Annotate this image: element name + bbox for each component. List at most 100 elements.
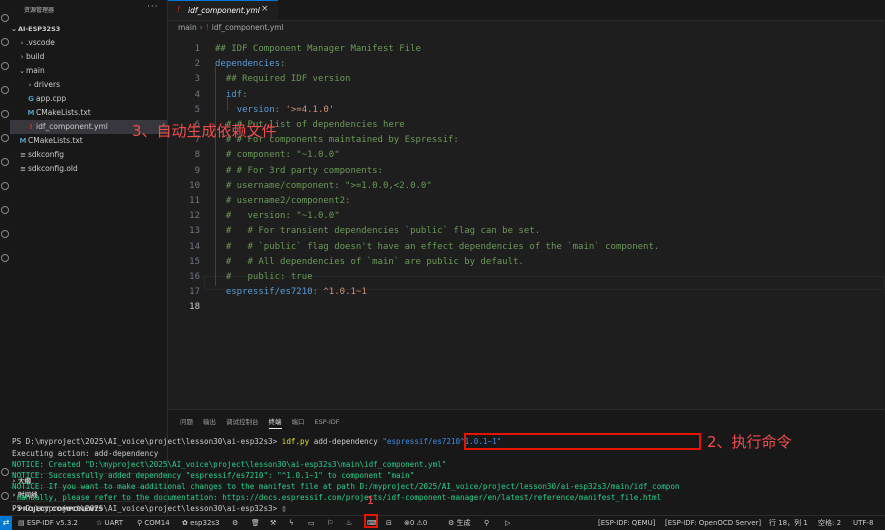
chevron-down-icon: ⌄	[19, 67, 25, 75]
breadcrumb-folder[interactable]: main	[178, 23, 197, 32]
monitor-icon[interactable]: ▭	[308, 516, 315, 530]
code-line: 4 idf:	[168, 88, 885, 103]
line-number: 4	[194, 89, 200, 100]
terminal-notice-2: NOTICE: Successfully added dependency "e…	[12, 471, 415, 480]
breadcrumb-file[interactable]: idf_component.yml	[212, 23, 284, 32]
tab-idf-component-yml[interactable]: ! idf_component.yml ×	[168, 0, 278, 20]
breadcrumb: main ›! idf_component.yml	[178, 23, 284, 32]
cmake-icon[interactable]	[1, 206, 9, 214]
chip-icon: ▤	[18, 519, 27, 527]
qemu-item[interactable]: [ESP-IDF: QEMU]	[598, 516, 656, 530]
bug-icon[interactable]: ⚲	[484, 516, 489, 530]
tree-item-cmakelists-main[interactable]: M CMakeLists.txt	[10, 106, 183, 120]
chevron-down-icon: ⌄	[11, 25, 17, 33]
code-line: 17 espressif/es7210: ^1.0.1~1	[168, 285, 885, 300]
tree-item-app-cpp[interactable]: Gapp.cpp	[10, 92, 183, 106]
openocd-item[interactable]: [ESP-IDF: OpenOCD Server]	[665, 516, 761, 530]
yaml-file-icon: !	[177, 5, 181, 14]
cursor-position[interactable]: 行 18，列 1	[769, 516, 808, 530]
tab-problems[interactable]: 问题	[180, 418, 193, 426]
tree-item-sdkconfig-old[interactable]: ≡ sdkconfig.old	[10, 162, 175, 176]
build-icon[interactable]: ⚒	[270, 516, 276, 530]
tree-item-label: idf_component.yml	[36, 122, 108, 131]
flash-icon[interactable]: ϟ	[289, 516, 294, 530]
fire-icon[interactable]: ♨	[346, 516, 352, 530]
target-label: esp32s3	[190, 519, 220, 527]
tab-ports[interactable]: 端口	[292, 418, 305, 426]
tab-debug-console[interactable]: 调试控制台	[226, 418, 259, 426]
line-number: 18	[189, 302, 200, 313]
terminal-notice-4: manually, please refer to the documentat…	[12, 493, 662, 502]
line-number: 1	[194, 44, 200, 54]
star-icon: ☆	[96, 519, 105, 527]
code-line: 8 # component: "~1.0.0"	[168, 148, 885, 163]
annotation-step-3: 3、自动生成依赖文件	[132, 122, 277, 140]
line-number: 11	[189, 196, 200, 206]
close-icon[interactable]: ×	[261, 4, 269, 14]
line-code: # public: true	[215, 272, 313, 282]
code-editor[interactable]: 1 ## IDF Component Manager Manifest File 2…	[168, 36, 885, 406]
line-number: 16	[189, 272, 200, 282]
uart-item[interactable]: ☆ UART	[96, 516, 123, 530]
tree-item-main[interactable]: ⌄main	[10, 64, 175, 78]
build-item[interactable]: ⚙ 生成	[448, 516, 471, 530]
tree-item-build[interactable]: › build	[10, 50, 175, 64]
line-code: # # `public` flag doesn't have an effect…	[215, 241, 660, 252]
esp-idf-icon[interactable]	[1, 158, 9, 166]
tab-output[interactable]: 输出	[203, 418, 216, 426]
more-actions-icon[interactable]: ···	[147, 2, 159, 12]
folder-root-label: AI-ESP32S3	[18, 25, 61, 33]
terminal-notice-1: NOTICE: Created "D:\myproject\2025\AI_vo…	[12, 460, 447, 469]
account-icon[interactable]	[1, 468, 9, 476]
source-control-icon[interactable]	[1, 62, 9, 70]
run-debug-icon[interactable]	[1, 86, 9, 94]
port-item[interactable]: ⚲ COM14	[137, 516, 170, 530]
remote-explorer-icon[interactable]	[1, 182, 9, 190]
remote-indicator-icon[interactable]: ⇄	[0, 516, 12, 530]
target-item[interactable]: ✿ esp32s3	[182, 516, 220, 530]
problems-item[interactable]: ⊗0 ⚠0	[404, 516, 427, 530]
chevron-right-icon: ›	[20, 39, 24, 47]
run-icon[interactable]: ▷	[505, 516, 510, 530]
annotation-step-2: 2、执行命令	[707, 433, 792, 451]
explorer-icon[interactable]	[1, 14, 9, 22]
command-highlight-box	[464, 433, 701, 450]
tab-esp-idf[interactable]: ESP-IDF	[315, 418, 340, 426]
folder-root[interactable]: ⌄AI-ESP32S3	[10, 22, 167, 36]
sdk-config-icon[interactable]: ⚙	[232, 516, 238, 530]
build-label: 生成	[456, 519, 471, 527]
code-line: 5 version: '>=4.1.0'	[168, 103, 885, 118]
tab-terminal[interactable]: 终端	[268, 418, 282, 429]
encoding-item[interactable]: UTF-8	[853, 516, 873, 530]
debug-icon[interactable]: ⚐	[327, 516, 333, 530]
testing-icon[interactable]	[1, 134, 9, 142]
code-line: 9 # # For 3rd party components:	[168, 164, 885, 179]
settings-gear-icon[interactable]	[1, 492, 9, 500]
docker-icon[interactable]	[1, 230, 9, 238]
full-clean-icon[interactable]: 🗑	[251, 516, 260, 530]
terminal-final-prompt[interactable]: PS D:\myproject\2025\AI_voice\project\le…	[12, 504, 286, 513]
tree-item-sdkconfig[interactable]: ≡ sdkconfig	[10, 148, 175, 162]
code-line: 18	[168, 300, 885, 315]
tree-item-drivers[interactable]: › drivers	[10, 78, 183, 92]
github-icon[interactable]	[1, 254, 9, 262]
port-label: COM14	[144, 519, 170, 527]
idf-version-item[interactable]: ▤ ESP-IDF v5.3.2	[18, 516, 78, 530]
config-file-icon: ≡	[20, 151, 26, 159]
tree-item-vscode[interactable]: › .vscode	[10, 36, 175, 50]
line-number: 17	[189, 287, 200, 298]
line-number: 3	[194, 74, 200, 85]
yaml-file-icon: !	[205, 23, 209, 32]
task-icon[interactable]: ⊟	[386, 516, 392, 530]
line-number: 9	[194, 165, 200, 176]
indentation-item[interactable]: 空格: 2	[818, 516, 841, 530]
search-icon[interactable]	[1, 38, 9, 46]
code-line: 1 ## IDF Component Manager Manifest File	[168, 42, 885, 57]
extensions-icon[interactable]	[1, 110, 9, 118]
code-line: 10 # username/component: ">=1.0.0,<2.0.0…	[168, 179, 885, 194]
chevron-right-icon: ›	[199, 23, 203, 32]
chevron-right-icon: ›	[20, 53, 24, 61]
tree-item-label: drivers	[34, 80, 60, 89]
terminal-command-line[interactable]: PS D:\myproject\2025\AI_voice\project\le…	[12, 437, 501, 446]
panel-tabs: 问题 输出 调试控制台 终端 端口 ESP-IDF	[180, 416, 350, 429]
